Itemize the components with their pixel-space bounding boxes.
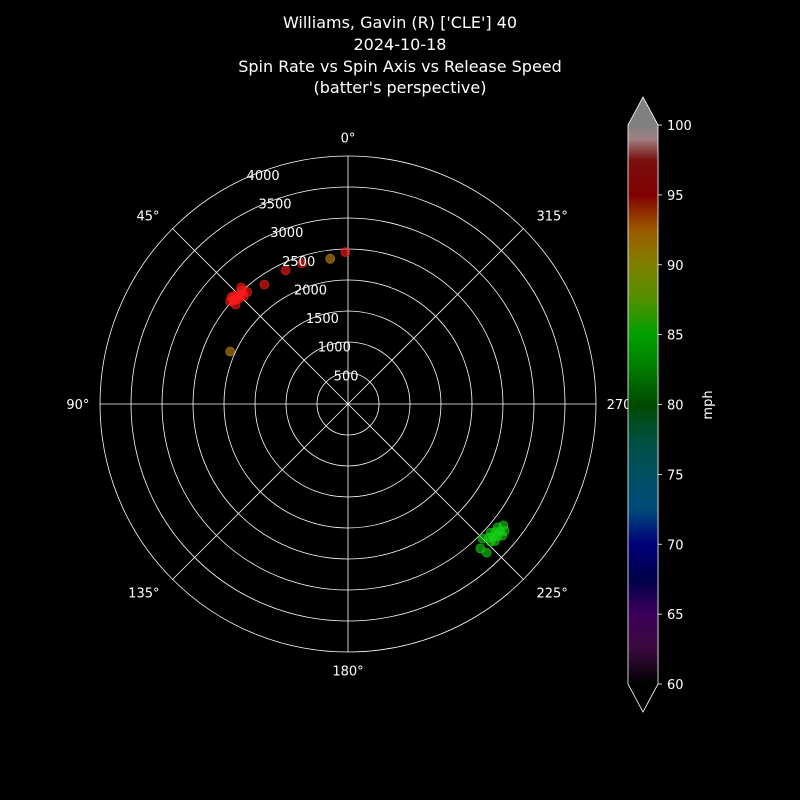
colorbar-extend-top <box>628 97 658 125</box>
data-point <box>259 279 270 290</box>
r-tick-label: 500 <box>334 369 359 384</box>
colorbar-extend-bottom <box>628 684 658 712</box>
data-point <box>225 296 236 307</box>
colorbar-tick-label: 90 <box>667 259 684 274</box>
r-tick-label: 3500 <box>258 198 291 213</box>
colorbar: 60 65 70 75 80 85 90 95 100 mph <box>627 96 716 713</box>
theta-tick-label: 135° <box>128 587 159 602</box>
colorbar-tick-label: 80 <box>667 399 684 414</box>
data-point <box>340 247 351 258</box>
axis-labels: 0°45°90°135°180°225°270°315°500100015002… <box>66 131 638 679</box>
colorbar-tick-label: 85 <box>667 329 684 344</box>
theta-gridline <box>347 228 524 405</box>
colorbar-tick-label: 60 <box>667 678 684 693</box>
data-point <box>225 346 236 357</box>
colorbar-tick-label: 65 <box>667 608 684 623</box>
data-point <box>325 253 336 264</box>
data-points <box>225 247 510 558</box>
colorbar-gradient <box>628 125 658 684</box>
colorbar-label: mph <box>701 390 716 419</box>
data-point <box>498 520 509 531</box>
theta-tick-label: 90° <box>66 398 89 413</box>
r-tick-label: 1000 <box>318 341 351 356</box>
polar-grid <box>99 155 597 653</box>
colorbar-tick-label: 75 <box>667 468 684 483</box>
data-point <box>481 547 492 558</box>
colorbar-tick-label: 70 <box>667 538 684 553</box>
theta-tick-label: 0° <box>341 131 356 146</box>
theta-tick-label: 45° <box>136 210 159 225</box>
theta-gridline <box>172 403 349 580</box>
theta-gridline <box>347 403 524 580</box>
colorbar-tick-label: 95 <box>667 189 684 204</box>
theta-tick-label: 225° <box>537 587 568 602</box>
polar-chart: 0°45°90°135°180°225°270°315°500100015002… <box>66 96 716 713</box>
theta-tick-label: 180° <box>332 665 363 680</box>
r-tick-label: 1500 <box>306 312 339 327</box>
r-tick-label: 2000 <box>294 283 327 298</box>
theta-tick-label: 315° <box>537 210 568 225</box>
colorbar-tick-label: 100 <box>667 119 692 134</box>
r-tick-label: 3000 <box>270 226 303 241</box>
r-tick-label: 4000 <box>247 169 280 184</box>
r-tick-label: 2500 <box>282 255 315 270</box>
